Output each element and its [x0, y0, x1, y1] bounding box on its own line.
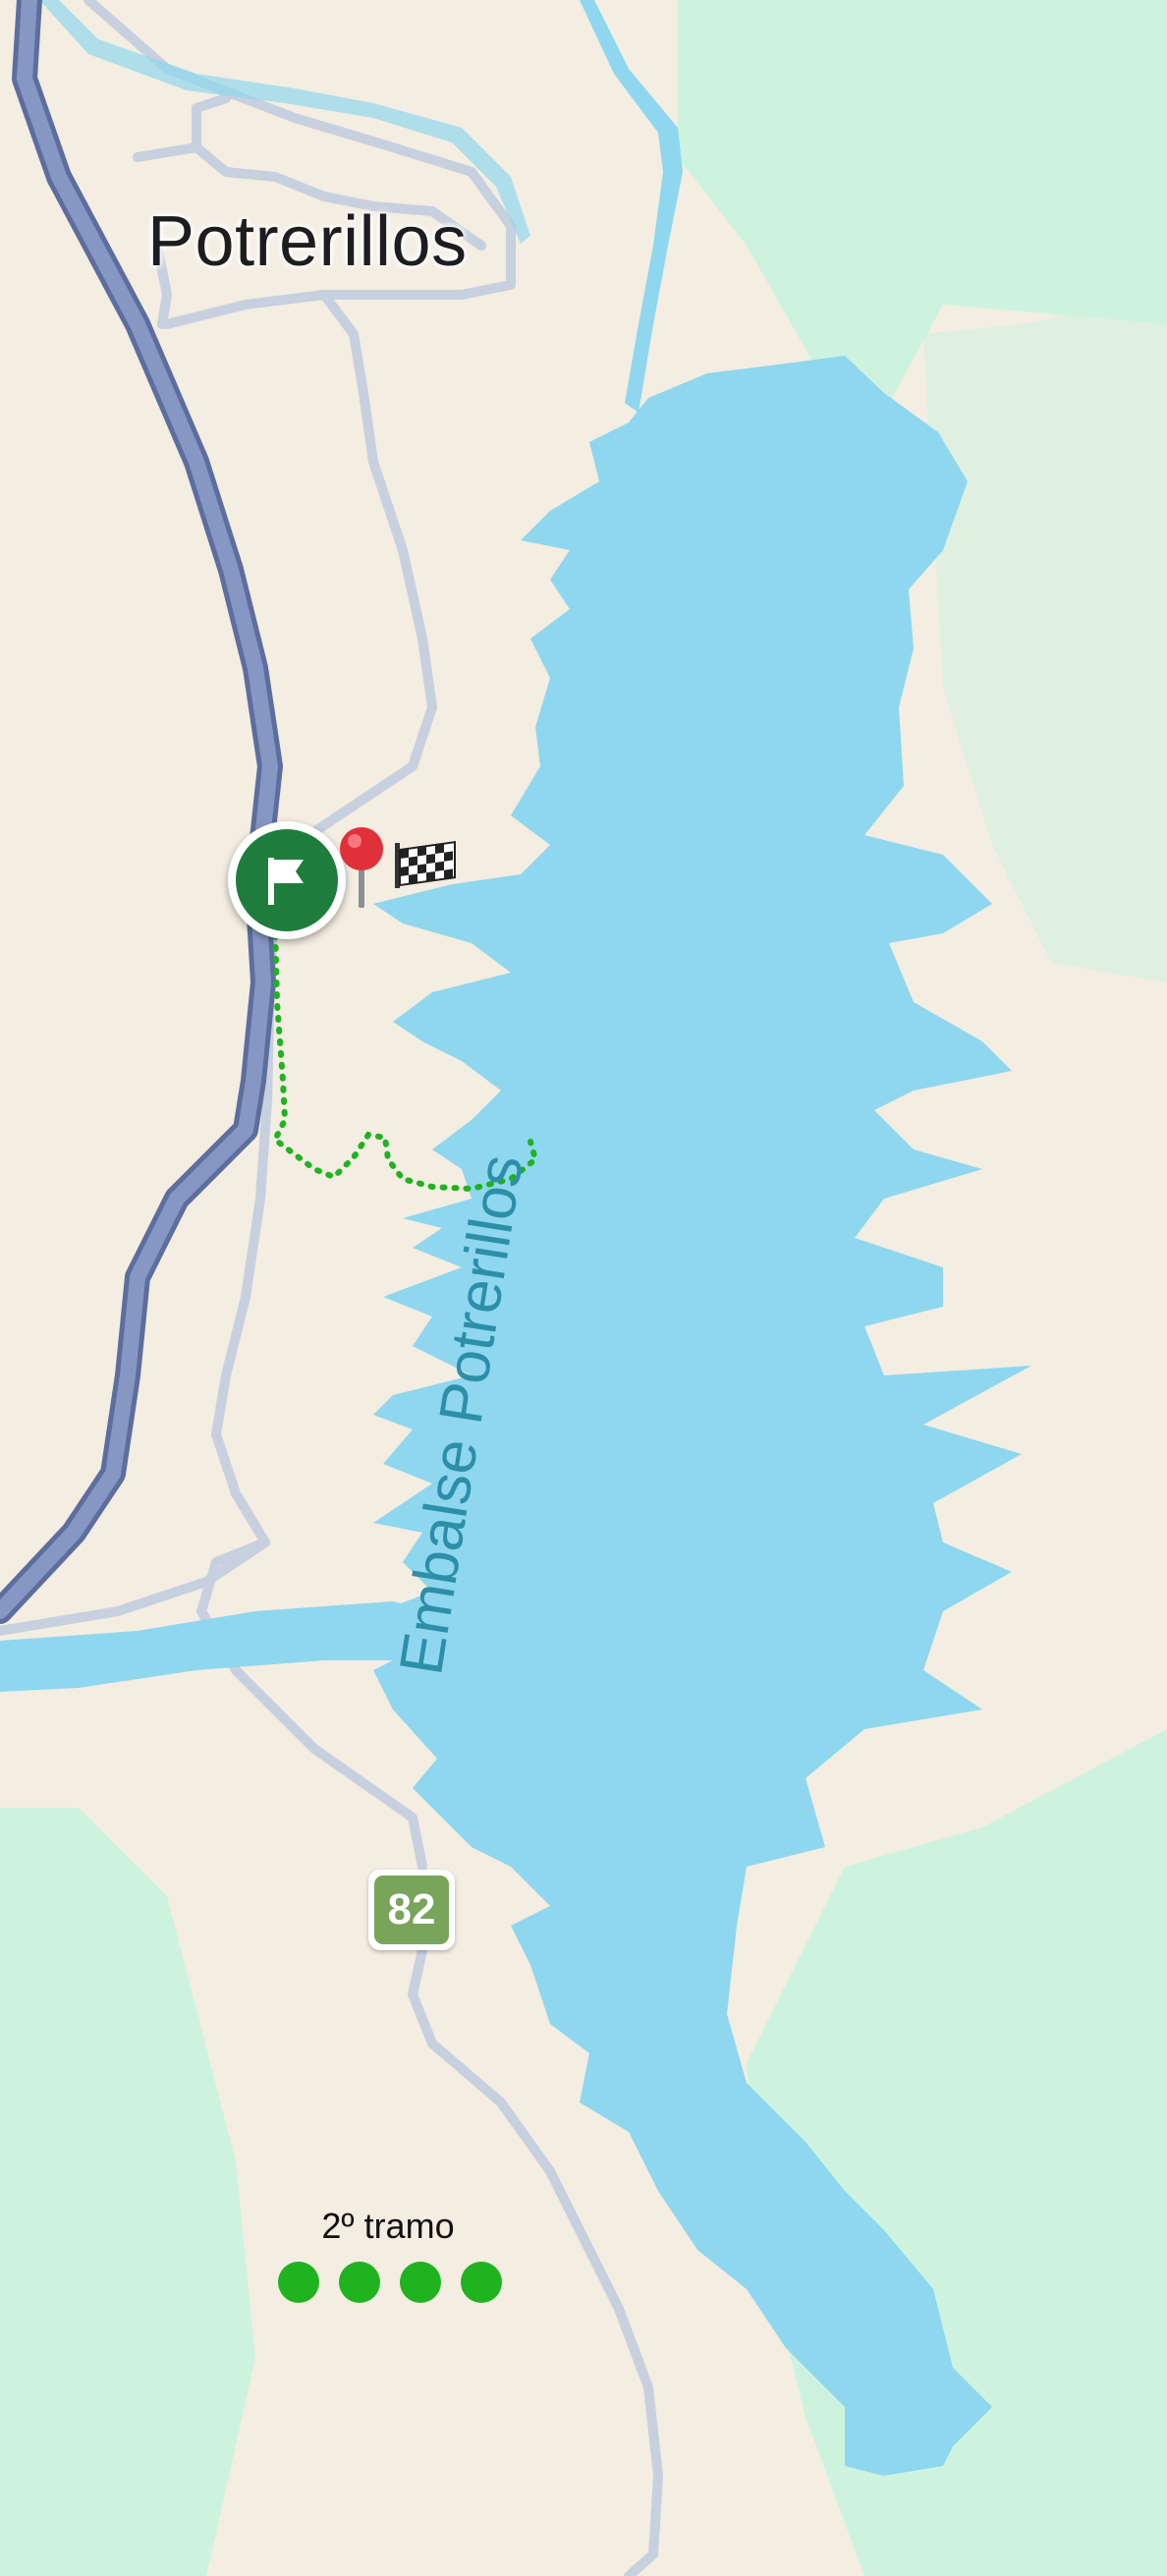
segment-dot: [461, 2262, 502, 2303]
route-shield-number: 82: [374, 1876, 449, 1944]
segment-dot: [400, 2262, 441, 2303]
checkered-flag-icon[interactable]: [393, 837, 458, 888]
flag-icon: [236, 829, 338, 931]
map-canvas[interactable]: [0, 0, 1167, 2576]
map-pin-icon[interactable]: [332, 823, 391, 912]
segment-label: 2º tramo: [321, 2206, 455, 2246]
route-shield[interactable]: 82: [368, 1870, 455, 1950]
segment-dot: [339, 2262, 380, 2303]
start-marker[interactable]: [228, 821, 346, 939]
town-label: Potrerillos: [147, 202, 468, 281]
segment-dots: [278, 2262, 502, 2303]
segment-dot: [278, 2262, 319, 2303]
